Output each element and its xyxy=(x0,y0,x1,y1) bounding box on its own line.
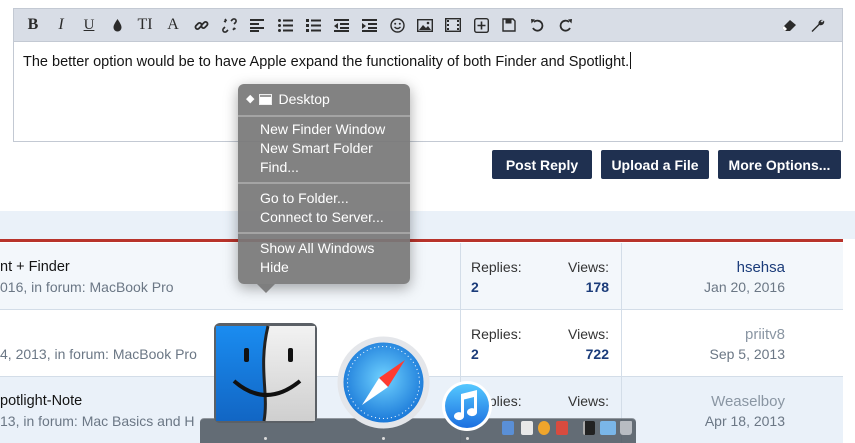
replies-count: 2 xyxy=(471,279,479,295)
keyboard-dock-icon[interactable] xyxy=(600,421,616,435)
menu-separator xyxy=(238,232,410,234)
list-header-band xyxy=(0,211,855,239)
reply-editor[interactable]: The better option would be to have Apple… xyxy=(13,41,843,142)
undo-icon[interactable] xyxy=(526,13,548,37)
indent-icon[interactable] xyxy=(358,13,380,37)
thread-meta: 4, 2013, in forum: MacBook Pro xyxy=(0,346,197,362)
replies-label: Replies: xyxy=(471,259,522,275)
replies-label: Replies: xyxy=(471,326,522,342)
thread-title[interactable]: potlight-Note xyxy=(0,393,82,409)
more-options-button[interactable]: More Options... xyxy=(718,150,841,179)
save-icon[interactable] xyxy=(498,13,520,37)
views-label: Views: xyxy=(568,393,609,409)
last-post-date[interactable]: Jan 20, 2016 xyxy=(704,279,785,295)
wrench-icon[interactable] xyxy=(806,13,828,37)
font-family-button[interactable]: A xyxy=(162,13,184,37)
dock-context-menu: ◆ Desktop New Finder Window New Smart Fo… xyxy=(238,84,410,293)
unlink-icon[interactable] xyxy=(218,13,240,37)
menu-item-connect-to-server[interactable]: Connect to Server... xyxy=(260,208,384,227)
preview-dock-icon[interactable] xyxy=(502,421,514,435)
italic-button[interactable]: I xyxy=(50,13,72,37)
link-icon[interactable] xyxy=(190,13,212,37)
menu-item-show-all-windows[interactable]: Show All Windows xyxy=(260,239,374,258)
menu-header-label: Desktop xyxy=(278,91,330,107)
views-count: 178 xyxy=(585,279,609,295)
menu-item-new-smart-folder[interactable]: New Smart Folder xyxy=(260,139,373,158)
thread-stats: Replies: 2 Views: 178 xyxy=(460,243,622,310)
media-icon[interactable] xyxy=(442,13,464,37)
numbered-list-icon[interactable] xyxy=(302,13,324,37)
running-indicator xyxy=(264,437,267,440)
thread-row[interactable]: nt + Finder 016, in forum: MacBook Pro R… xyxy=(0,243,843,310)
last-post-date[interactable]: Apr 18, 2013 xyxy=(705,413,785,429)
text-color-icon[interactable] xyxy=(106,13,128,37)
thread-meta: 016, in forum: MacBook Pro xyxy=(0,279,174,295)
menu-item-new-finder-window[interactable]: New Finder Window xyxy=(260,120,385,139)
outdent-icon[interactable] xyxy=(330,13,352,37)
text-caret xyxy=(630,52,632,69)
trash-dock-icon[interactable] xyxy=(620,421,632,435)
font-size-button[interactable]: TI xyxy=(134,13,156,37)
last-poster[interactable]: Weaselboy xyxy=(711,393,785,410)
last-post-date[interactable]: Sep 5, 2013 xyxy=(709,346,785,362)
last-poster[interactable]: hsehsa xyxy=(737,259,785,276)
views-count: 722 xyxy=(585,346,609,362)
itunes-dock-icon[interactable] xyxy=(441,380,493,432)
views-label: Views: xyxy=(568,259,609,275)
thread-meta: 13, in forum: Mac Basics and H xyxy=(0,413,195,429)
menu-separator xyxy=(238,115,410,117)
editor-text: The better option would be to have Apple… xyxy=(23,54,630,70)
window-icon xyxy=(259,94,273,105)
thread-stats: Replies: 2 Views: 722 xyxy=(460,310,622,377)
app-dock-icon[interactable] xyxy=(556,421,568,435)
menu-header[interactable]: ◆ Desktop xyxy=(246,90,330,109)
menu-item-hide[interactable]: Hide xyxy=(260,258,289,277)
smiley-icon[interactable] xyxy=(386,13,408,37)
terminal-dock-icon[interactable] xyxy=(583,421,595,435)
menu-item-go-to-folder[interactable]: Go to Folder... xyxy=(260,189,349,208)
photos-dock-icon[interactable] xyxy=(538,421,550,435)
image-icon[interactable] xyxy=(414,13,436,37)
align-left-icon[interactable] xyxy=(246,13,268,37)
safari-dock-icon[interactable] xyxy=(336,335,431,430)
thread-title[interactable]: nt + Finder xyxy=(0,259,70,275)
underline-button[interactable]: U xyxy=(78,13,100,37)
finder-dock-icon[interactable] xyxy=(214,323,317,423)
insert-plus-icon[interactable] xyxy=(470,13,492,37)
documents-dock-icon[interactable] xyxy=(521,421,533,435)
replies-count: 2 xyxy=(471,346,479,362)
diamond-icon: ◆ xyxy=(246,93,255,105)
bold-button[interactable]: B xyxy=(22,13,44,37)
menu-separator xyxy=(238,182,410,184)
running-indicator xyxy=(382,437,385,440)
redo-icon[interactable] xyxy=(554,13,576,37)
eraser-icon[interactable] xyxy=(778,13,800,37)
list-divider xyxy=(0,239,843,242)
editor-toolbar: B I U TI A xyxy=(13,8,843,41)
menu-item-find[interactable]: Find... xyxy=(260,158,299,177)
upload-file-button[interactable]: Upload a File xyxy=(601,150,709,179)
views-label: Views: xyxy=(568,326,609,342)
last-poster[interactable]: priitv8 xyxy=(745,326,785,343)
bullet-list-icon[interactable] xyxy=(274,13,296,37)
post-reply-button[interactable]: Post Reply xyxy=(492,150,592,179)
running-indicator xyxy=(466,437,469,440)
